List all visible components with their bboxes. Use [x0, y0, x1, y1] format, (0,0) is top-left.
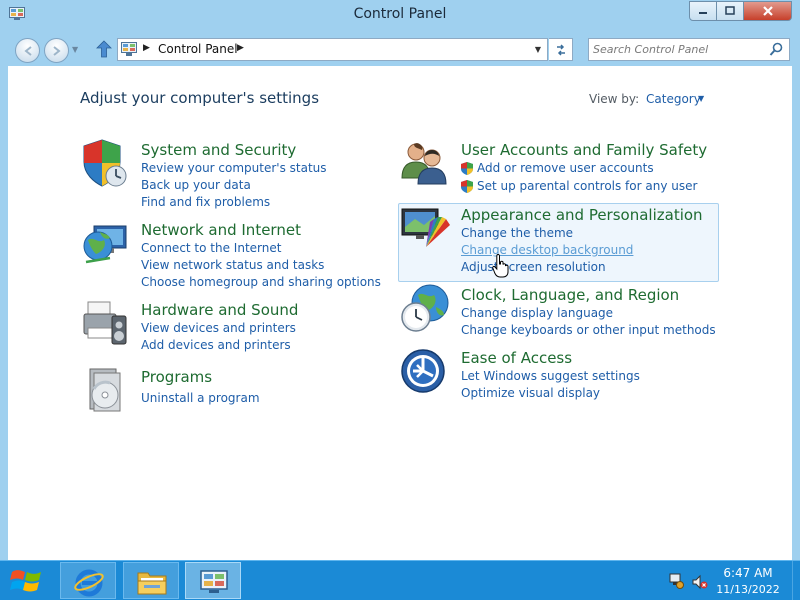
- category-title[interactable]: Appearance and Personalization: [461, 206, 703, 224]
- up-arrow-icon: [96, 40, 112, 58]
- taskbar: 6:47 AM 11/13/2022: [0, 560, 800, 600]
- page-title: Adjust your computer's settings: [80, 89, 320, 107]
- users-icon[interactable]: [400, 138, 450, 188]
- taskbar-control-panel[interactable]: [185, 562, 241, 599]
- category-title[interactable]: Hardware and Sound: [141, 301, 298, 319]
- window-controls: [689, 1, 792, 22]
- category-link[interactable]: Choose homegroup and sharing options: [141, 275, 381, 289]
- taskbar-internet-explorer[interactable]: [60, 562, 116, 599]
- category-title[interactable]: User Accounts and Family Safety: [461, 141, 707, 159]
- category-link[interactable]: Optimize visual display: [461, 386, 600, 400]
- maximize-button[interactable]: [717, 1, 744, 21]
- title-bar[interactable]: Control Panel: [0, 0, 800, 30]
- search-icon[interactable]: [769, 42, 783, 57]
- refresh-icon: [556, 43, 565, 56]
- ease-of-access-icon[interactable]: [400, 346, 450, 396]
- volume-muted-icon[interactable]: [692, 574, 708, 590]
- category-link[interactable]: Uninstall a program: [141, 391, 260, 405]
- category-link[interactable]: Adjust screen resolution: [461, 260, 606, 274]
- control-panel-icon: [200, 570, 228, 593]
- hand-cursor-icon: [492, 254, 509, 278]
- category-title[interactable]: System and Security: [141, 141, 296, 159]
- category-link[interactable]: View network status and tasks: [141, 258, 324, 272]
- content-pane: Adjust your computer's settings View by:…: [8, 66, 792, 560]
- windows-start-icon[interactable]: [10, 567, 42, 595]
- programs-disc-icon[interactable]: [80, 365, 130, 415]
- minimize-icon: [699, 12, 707, 14]
- uac-shield-icon: [461, 180, 473, 193]
- close-icon: [762, 6, 773, 16]
- clock-globe-icon[interactable]: [400, 283, 450, 333]
- clock-time[interactable]: 6:47 AM: [716, 566, 780, 580]
- chevron-down-icon[interactable]: ▼: [698, 94, 704, 103]
- category-link[interactable]: Set up parental controls for any user: [477, 179, 697, 193]
- close-button[interactable]: [744, 1, 792, 21]
- control-panel-icon: [121, 42, 137, 56]
- back-button[interactable]: [15, 38, 40, 63]
- search-input[interactable]: [593, 41, 763, 58]
- recent-pages-dropdown[interactable]: ▼: [72, 45, 78, 54]
- minimize-button[interactable]: [689, 1, 717, 21]
- category-link[interactable]: Change keyboards or other input methods: [461, 323, 716, 337]
- category-link[interactable]: Add devices and printers: [141, 338, 291, 352]
- window-title: Control Panel: [353, 6, 447, 22]
- forward-button[interactable]: [44, 38, 69, 63]
- network-status-icon[interactable]: [668, 573, 684, 589]
- navigation-bar: ▼ ▶ Control Panel ▶ ▼: [0, 30, 800, 66]
- back-arrow-icon: [23, 45, 32, 56]
- category-link[interactable]: View devices and printers: [141, 321, 296, 335]
- folder-icon: [137, 572, 167, 595]
- view-by-dropdown[interactable]: Category: [646, 92, 701, 106]
- category-link[interactable]: Back up your data: [141, 178, 251, 192]
- category-link[interactable]: Find and fix problems: [141, 195, 270, 209]
- category-link[interactable]: Connect to the Internet: [141, 241, 281, 255]
- appearance-monitor-icon[interactable]: [400, 203, 450, 253]
- category-link[interactable]: Add or remove user accounts: [477, 161, 654, 175]
- category-link[interactable]: Change display language: [461, 306, 613, 320]
- category-title[interactable]: Programs: [141, 368, 212, 386]
- category-title[interactable]: Clock, Language, and Region: [461, 286, 679, 304]
- internet-explorer-icon: [74, 569, 104, 597]
- up-button[interactable]: [95, 40, 113, 60]
- forward-arrow-icon: [52, 45, 61, 56]
- breadcrumb-arrow-icon[interactable]: ▶: [237, 43, 244, 53]
- search-box[interactable]: [588, 38, 790, 61]
- printer-icon[interactable]: [80, 298, 130, 348]
- category-title[interactable]: Network and Internet: [141, 221, 301, 239]
- breadcrumb-arrow-icon[interactable]: ▶: [143, 43, 150, 53]
- category-link[interactable]: Change the theme: [461, 226, 573, 240]
- taskbar-file-explorer[interactable]: [123, 562, 179, 599]
- clock-date[interactable]: 11/13/2022: [714, 583, 782, 596]
- uac-shield-icon: [461, 162, 473, 175]
- control-panel-window: Control Panel ▼ ▶ Control Panel ▶ ▼ Sear…: [0, 0, 800, 560]
- view-by-label: View by:: [589, 92, 640, 106]
- maximize-icon: [725, 6, 735, 15]
- category-link[interactable]: Let Windows suggest settings: [461, 369, 640, 383]
- refresh-button[interactable]: [549, 38, 573, 61]
- category-title[interactable]: Ease of Access: [461, 349, 572, 367]
- show-desktop-button[interactable]: [792, 561, 800, 600]
- category-link[interactable]: Review your computer's status: [141, 161, 327, 175]
- category-link[interactable]: Change desktop background: [461, 243, 633, 257]
- network-globe-icon[interactable]: [80, 218, 130, 268]
- address-dropdown-button[interactable]: ▼: [529, 39, 547, 60]
- address-bar[interactable]: ▶ Control Panel ▶ ▼: [117, 38, 548, 61]
- shield-icon[interactable]: [80, 138, 130, 188]
- breadcrumb-control-panel[interactable]: Control Panel: [158, 42, 238, 56]
